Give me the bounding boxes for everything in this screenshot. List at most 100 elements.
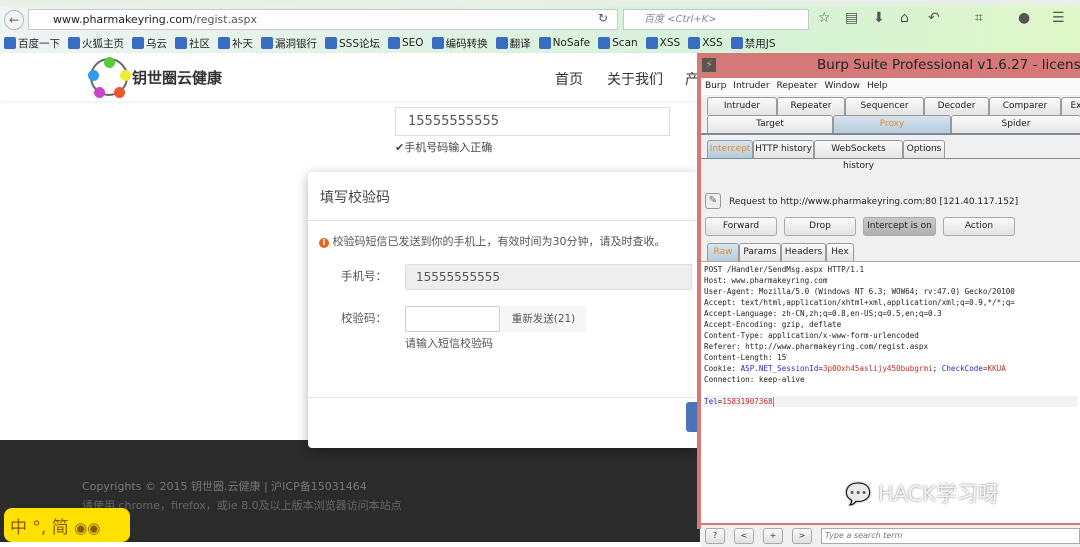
menu-icon[interactable]: ☰ <box>1052 10 1065 26</box>
tab-ex[interactable]: Ex <box>1061 97 1080 115</box>
search-bar: ? < + > Type a search term <box>701 525 1080 547</box>
tab-decoder[interactable]: Decoder <box>924 97 989 115</box>
url-host: www.pharmakeyring.com <box>53 13 193 26</box>
cookie-key: CheckCode <box>941 364 983 373</box>
minion-eyes-icon: ◉◉ <box>74 519 101 537</box>
phone-input[interactable]: 15555555555 <box>395 107 670 136</box>
request-line: Content-Length: 15 <box>704 353 787 362</box>
tab-target[interactable]: Target <box>707 115 833 133</box>
request-line: Referer: http://www.pharmakeyring.com/re… <box>704 342 929 351</box>
reload-icon[interactable]: ↻ <box>598 11 608 25</box>
tab-intruder[interactable]: Intruder <box>707 97 777 115</box>
tab-headers[interactable]: Headers <box>781 243 826 261</box>
brand-name: 钥世圈云健康 <box>132 69 223 87</box>
ime-toolbar[interactable]: 中 °, 简 ◉◉ <box>4 508 130 542</box>
bookmark-label: Scan <box>612 37 638 49</box>
reading-list-icon[interactable]: ▤ <box>845 10 858 26</box>
back-button[interactable]: ← <box>4 10 24 30</box>
nav-about[interactable]: 关于我们 <box>607 69 663 89</box>
bookmark-icon <box>175 37 187 49</box>
cookie-line: Cookie: ASP.NET_SessionId=3p00xh45aslijy… <box>704 364 1006 373</box>
site-header: 钥世圈云健康 首页 关于我们 产 <box>0 53 700 101</box>
request-line: Accept: text/html,application/xhtml+xml,… <box>704 298 1015 307</box>
bookmark-item[interactable]: Scan <box>598 37 638 49</box>
divider <box>308 220 700 221</box>
bookmark-item[interactable]: 翻译 <box>495 36 531 51</box>
bookmark-icon <box>730 37 743 49</box>
bookmark-icon <box>495 37 508 49</box>
tab-intercept[interactable]: Intercept <box>707 140 753 158</box>
home-icon[interactable]: ⌂ <box>900 10 909 26</box>
edit-icon[interactable]: ✎ <box>705 193 721 209</box>
info-text: 校验码短信已发送到你的手机上，有效时间为30分钟，请及时查收。 <box>332 235 666 248</box>
bookmark-icon <box>261 37 273 49</box>
tab-websockets-history[interactable]: WebSockets history <box>814 140 903 171</box>
bookmark-item[interactable]: 百度一下 <box>4 36 60 51</box>
menu-burp[interactable]: Burp <box>705 78 726 95</box>
tab-raw[interactable]: Raw <box>707 243 739 261</box>
bookmark-item[interactable]: NoSafe <box>538 37 590 49</box>
action-button[interactable]: Action <box>943 217 1015 236</box>
bookmark-label: XSS <box>702 37 723 49</box>
forward-button[interactable]: Forward <box>705 217 777 236</box>
ime-label: 中 °, 简 <box>10 518 69 538</box>
bookmark-label: 社区 <box>189 37 210 50</box>
bookmark-item[interactable]: XSS <box>688 37 723 49</box>
drop-button[interactable]: Drop <box>784 217 856 236</box>
tab-options[interactable]: Options <box>903 140 945 158</box>
bookmark-item[interactable]: 社区 <box>175 36 210 51</box>
bookmark-item[interactable]: XSS <box>645 37 680 49</box>
menu-repeater[interactable]: Repeater <box>777 78 818 95</box>
crop-icon[interactable]: ⌗ <box>975 10 983 26</box>
bookmark-item[interactable]: SEO <box>388 37 424 49</box>
bookmark-item[interactable]: 禁用JS <box>730 36 775 51</box>
tab-repeater[interactable]: Repeater <box>777 97 845 115</box>
bookmark-icon <box>538 37 551 49</box>
bookmark-item[interactable]: 乌云 <box>132 36 167 51</box>
burp-window: ⚡ Burp Suite Professional v1.6.27 - lice… <box>697 53 1080 547</box>
bookmark-item[interactable]: 火狐主页 <box>68 36 124 51</box>
cookie-value: 3p00xh45aslijy450bubgrmi <box>822 364 933 373</box>
modal-title: 填写校验码 <box>320 190 390 206</box>
bookmark-label: SEO <box>402 37 424 49</box>
bookmark-icon <box>4 37 16 49</box>
code-input[interactable] <box>405 306 500 332</box>
cookie-key: ASP.NET_SessionId <box>740 364 819 373</box>
tab-params[interactable]: Params <box>739 243 781 261</box>
undo-icon[interactable]: ↶ <box>928 10 940 26</box>
cookie-label: Cookie: <box>704 364 741 373</box>
tab-hex[interactable]: Hex <box>826 243 854 261</box>
menu-help[interactable]: Help <box>867 78 888 95</box>
tab-sequencer[interactable]: Sequencer <box>845 97 924 115</box>
bookmark-item[interactable]: 补天 <box>218 36 253 51</box>
intercept-is-on-button[interactable]: Intercept is on <box>863 217 936 236</box>
phone-valid-message: ✔手机号码输入正确 <box>395 141 493 154</box>
code-label: 校验码： <box>341 311 387 325</box>
request-target: Request to http://www.pharmakeyring.com:… <box>729 197 1019 207</box>
code-hint: 请输入短信校验码 <box>405 337 493 350</box>
search-input[interactable]: 百度 <Ctrl+K> <box>623 9 809 30</box>
bookmark-item[interactable]: 编码转换 <box>431 36 488 51</box>
resend-button[interactable]: 重新发送(21) <box>501 306 586 332</box>
browser-notice: 请使用 chrome，firefox，或ie 8.0及以上版本浏览器访问本站点 <box>82 499 402 512</box>
logo[interactable] <box>88 57 131 98</box>
bookmark-item[interactable]: 漏洞银行 <box>261 36 317 51</box>
request-line: Accept-Encoding: gzip, deflate <box>704 320 842 329</box>
tab-proxy[interactable]: Proxy <box>833 115 951 133</box>
bookmark-item[interactable]: SSS论坛 <box>325 36 380 51</box>
bookmark-icon <box>688 37 701 49</box>
bookmark-label: 百度一下 <box>18 37 60 50</box>
request-line: Host: www.pharmakeyring.com <box>704 276 828 285</box>
url-bar[interactable]: www.pharmakeyring.com/regist.aspx <box>28 9 618 30</box>
modal-phone-field: 15555555555 <box>405 264 692 290</box>
menu-intruder[interactable]: Intruder <box>733 78 769 95</box>
extension-icon[interactable]: ● <box>1018 10 1030 26</box>
download-icon[interactable]: ⬇ <box>873 10 885 26</box>
tab-http-history[interactable]: HTTP history <box>753 140 814 158</box>
tab-spider[interactable]: Spider <box>951 115 1080 133</box>
tab-comparer[interactable]: Comparer <box>989 97 1061 115</box>
wechat-icon: 💬 <box>845 482 872 506</box>
menu-window[interactable]: Window <box>824 78 860 95</box>
bookmark-star-icon[interactable]: ☆ <box>818 10 831 26</box>
nav-home[interactable]: 首页 <box>555 69 583 89</box>
